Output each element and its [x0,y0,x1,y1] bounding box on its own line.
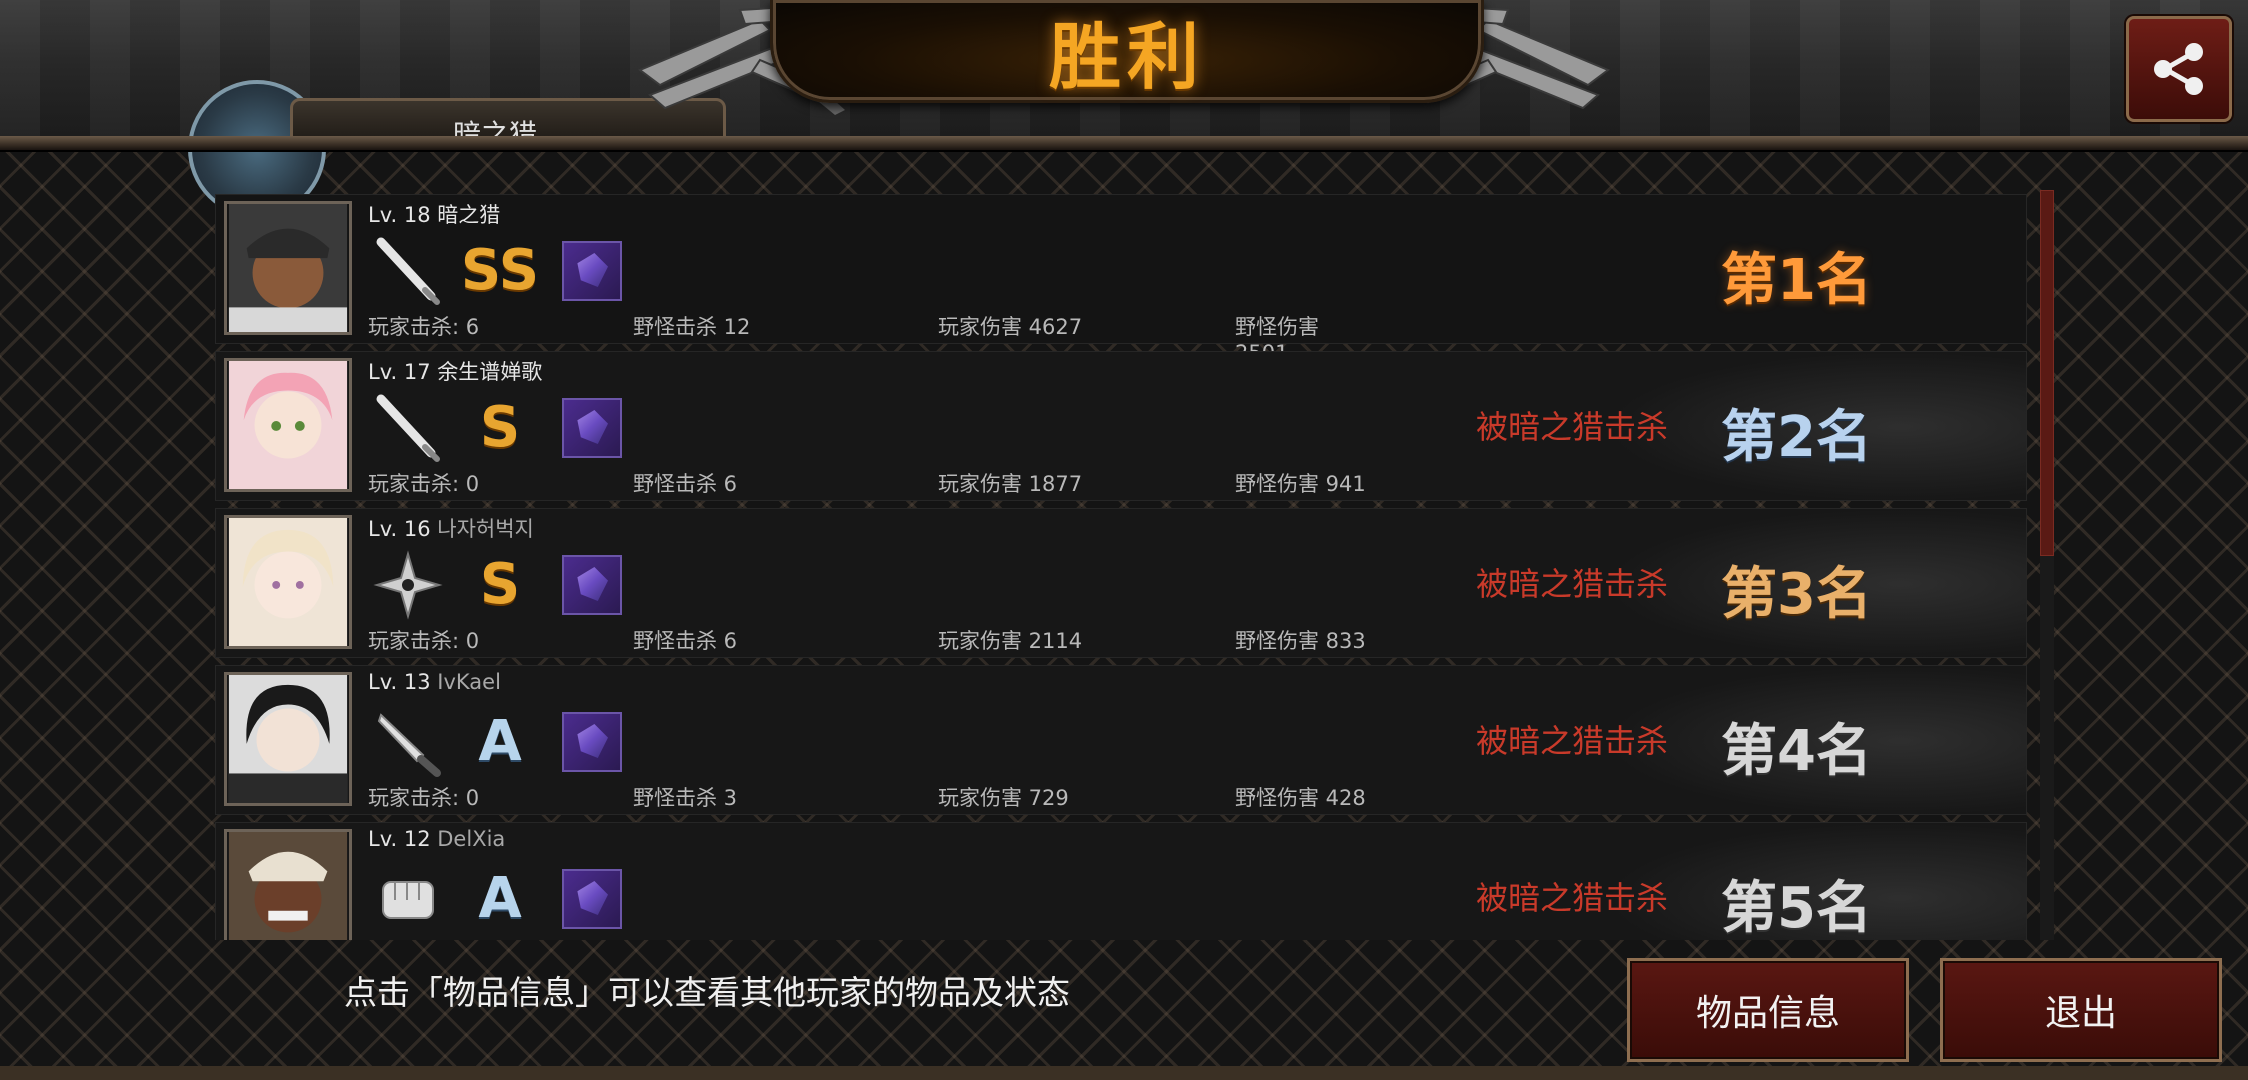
bottom-border [0,1066,2248,1080]
killed-by-label: 被暗之猎击杀 [1476,879,1669,917]
share-icon [2154,43,2203,95]
player-level: Lv. 16 [368,517,431,541]
exit-button[interactable]: 退出 [1940,958,2222,1062]
killed-by-label: 被暗之猎击杀 [1476,565,1669,603]
result-row[interactable]: Lv. 13 IvKael A 玩家击杀: 0 野怪击杀 3 玩家伤害 729 … [215,665,2027,816]
skill-icon [562,241,622,301]
bat-icon [368,388,448,468]
monster-kills: 野怪击杀 6 [633,472,738,496]
scroll-thumb[interactable] [2040,190,2054,556]
victory-banner: 胜利 [770,0,1484,103]
player-name: 暗之猎 [437,203,501,227]
player-name: 余生谱婵歌 [437,360,543,384]
list-scrollbar[interactable] [2040,190,2054,940]
rank-label: 第2名 [1721,405,1872,470]
grade-badge: A [478,866,522,931]
bat-icon [368,231,448,311]
rank-label: 第4名 [1721,719,1872,784]
player-damage: 玩家伤害 729 [938,786,1069,810]
monster-kills: 野怪击杀 12 [633,315,751,339]
item-info-button[interactable]: 物品信息 [1627,958,1909,1062]
player-avatar [224,515,352,649]
player-level: Lv. 13 [368,670,431,694]
player-kills: 玩家击杀: 6 [368,315,480,339]
share-button[interactable] [2126,16,2232,122]
monster-damage: 野怪伤害 428 [1235,786,1366,810]
player-level: Lv. 17 [368,360,431,384]
grade-badge: S [479,395,521,460]
fist-icon [368,859,448,939]
result-row[interactable]: Lv. 17 余生谱婵歌 S 玩家击杀: 0 野怪击杀 6 玩家伤害 1877 … [215,351,2027,502]
result-row[interactable]: Lv. 12 DelXia A 被暗之猎击杀 第5名 [215,822,2027,940]
rank-label: 第5名 [1721,876,1872,940]
hint-text: 点击「物品信息」可以查看其他玩家的物品及状态 [344,973,1070,1012]
monster-kills: 野怪击杀 6 [633,629,738,653]
grade-badge: SS [460,238,540,303]
killed-by-label: 被暗之猎击杀 [1476,408,1669,446]
result-row[interactable]: Lv. 18 暗之猎 SS 玩家击杀: 6 野怪击杀 12 玩家伤害 4627 … [215,194,2027,365]
killed-by-label: 被暗之猎击杀 [1476,722,1669,760]
player-avatar [224,358,352,492]
skill-icon [562,712,622,772]
monster-damage: 野怪伤害 833 [1235,629,1366,653]
monster-kills: 野怪击杀 3 [633,786,738,810]
player-avatar [224,672,352,806]
result-list[interactable]: Lv. 18 暗之猎 SS 玩家击杀: 6 野怪击杀 12 玩家伤害 4627 … [215,194,2030,940]
skill-icon [562,398,622,458]
player-avatar [224,829,352,940]
player-kills: 玩家击杀: 0 [368,786,480,810]
item-info-button-label: 物品信息 [1695,993,1840,1034]
player-name: DelXia [437,827,506,851]
player-level: Lv. 12 [368,827,431,851]
skill-icon [562,869,622,929]
skill-icon [562,555,622,615]
player-kills: 玩家击杀: 0 [368,629,480,653]
player-kills: 玩家击杀: 0 [368,472,480,496]
player-name: 나자허벅지 [437,517,534,541]
knife-icon [368,702,448,782]
player-damage: 玩家伤害 4627 [938,315,1083,339]
result-row[interactable]: Lv. 16 나자허벅지 S 玩家击杀: 0 野怪击杀 6 玩家伤害 2114 … [215,508,2027,659]
rank-label: 第1名 [1721,248,1872,313]
monster-damage: 野怪伤害 941 [1235,472,1366,496]
grade-badge: A [478,709,522,774]
frame-top-border [0,136,2248,152]
rank-label: 第3名 [1721,562,1872,627]
player-damage: 玩家伤害 1877 [938,472,1083,496]
page-title: 胜利 [1048,14,1205,99]
grade-badge: S [479,552,521,617]
shuriken-icon [368,545,448,625]
player-avatar [224,201,352,335]
exit-button-label: 退出 [2044,993,2117,1034]
player-name: IvKael [437,670,501,694]
player-damage: 玩家伤害 2114 [938,629,1083,653]
player-level: Lv. 18 [368,203,431,227]
